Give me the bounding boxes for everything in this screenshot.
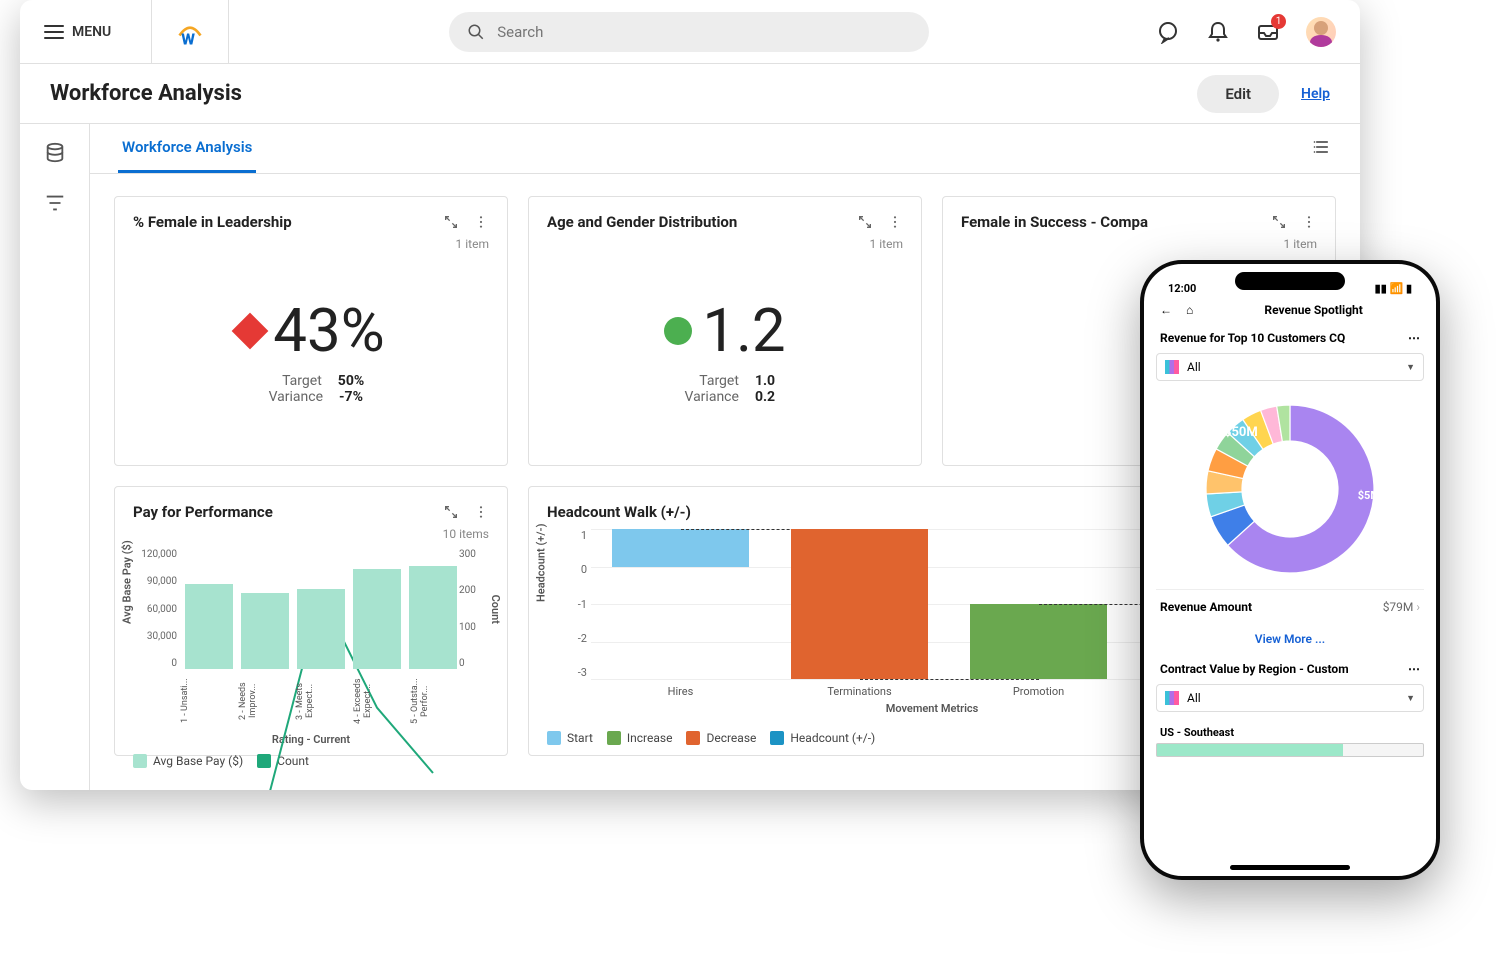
chevron-right-icon: ›	[1416, 600, 1420, 614]
y-axis-left-label: Avg Base Pay ($)	[121, 540, 134, 624]
tab-workforce-analysis[interactable]: Workforce Analysis	[118, 124, 256, 173]
p4p-bars	[181, 549, 461, 669]
phone-filter-all-2[interactable]: All	[1156, 684, 1424, 712]
svg-text:W: W	[182, 29, 196, 46]
phone-section-2: Contract Value by Region - Custom	[1160, 662, 1349, 676]
edit-button[interactable]: Edit	[1197, 75, 1279, 113]
card-title: Pay for Performance	[133, 503, 273, 521]
y-axis-label: Headcount (+/-)	[535, 524, 548, 602]
kpi-target-label: Target	[258, 373, 322, 389]
phone-section-1: Revenue for Top 10 Customers CQ	[1160, 331, 1345, 345]
ok-dot-icon	[664, 317, 692, 345]
revenue-donut: $50M $5M	[1170, 389, 1410, 589]
list-view-icon[interactable]	[1312, 137, 1332, 161]
expand-icon[interactable]	[443, 214, 459, 230]
inbox-icon[interactable]: 1	[1256, 20, 1280, 44]
legend-increase: Increase	[627, 731, 673, 745]
phone-notch	[1235, 272, 1345, 290]
phone-filter-all[interactable]: All	[1156, 353, 1424, 381]
card-title: Headcount Walk (+/-)	[547, 503, 691, 521]
search-input[interactable]	[497, 23, 911, 41]
y-ticks-left: 120,00090,00060,00030,0000	[135, 549, 177, 669]
more-icon[interactable]: ⋯	[1408, 662, 1420, 676]
back-icon[interactable]: ←	[1160, 303, 1172, 317]
expand-icon[interactable]	[1271, 214, 1287, 230]
x-categories: 1 - Unsati...2 - Needs Improv...3 - Meet…	[181, 673, 461, 729]
menu-button[interactable]: MENU	[44, 24, 111, 40]
legend-start: Start	[567, 731, 593, 745]
card-age-gender: Age and Gender Distribution 1 item 1.2	[528, 196, 922, 466]
phone-overlay: 12:00 ▮▮ 📶 ▮ ← ⌂ Revenue Spotlight Reven…	[1140, 260, 1440, 880]
revenue-amount-label: Revenue Amount	[1160, 600, 1252, 614]
home-indicator	[1230, 865, 1350, 870]
region-bar	[1156, 743, 1424, 757]
workday-logo[interactable]: W	[151, 0, 229, 63]
kpi-variance-label: Variance	[675, 389, 739, 405]
kpi-target-value: 1.0	[755, 373, 775, 389]
y-ticks-right: 3002001000	[459, 549, 487, 669]
phone-status-icons: ▮▮ 📶 ▮	[1375, 282, 1412, 295]
card-items-count: 1 item	[133, 237, 489, 251]
chat-icon[interactable]	[1156, 20, 1180, 44]
kpi-target-value: 50%	[338, 373, 364, 389]
page-header: Workforce Analysis Edit Help	[20, 64, 1360, 124]
filter-icon[interactable]	[44, 192, 66, 214]
expand-icon[interactable]	[857, 214, 873, 230]
region-label: US - Southeast	[1156, 720, 1424, 741]
card-items-count: 1 item	[961, 237, 1317, 251]
card-items-count: 10 items	[133, 527, 489, 541]
home-icon[interactable]: ⌂	[1186, 303, 1193, 317]
revenue-amount-row[interactable]: Revenue Amount $79M ›	[1156, 589, 1424, 624]
more-icon[interactable]: ⋯	[1408, 331, 1420, 345]
filter-chip-icon	[1165, 691, 1179, 705]
donut-big-label: $50M	[1224, 425, 1258, 440]
filter-label: All	[1187, 360, 1201, 374]
inbox-badge: 1	[1271, 14, 1286, 29]
more-icon[interactable]	[1301, 214, 1317, 230]
bell-icon[interactable]	[1206, 20, 1230, 44]
kpi-value: 43%	[273, 301, 384, 361]
card-female-leadership: % Female in Leadership 1 item 43%	[114, 196, 508, 466]
menu-label: MENU	[72, 24, 111, 40]
hamburger-icon	[44, 25, 64, 39]
help-link[interactable]: Help	[1301, 86, 1330, 102]
more-icon[interactable]	[473, 214, 489, 230]
more-icon[interactable]	[473, 504, 489, 520]
legend-decrease: Decrease	[706, 731, 756, 745]
kpi-target-label: Target	[675, 373, 739, 389]
legend-net: Headcount (+/-)	[790, 731, 875, 745]
card-title: % Female in Leadership	[133, 213, 292, 231]
page-title: Workforce Analysis	[50, 81, 1197, 106]
tabs-row: Workforce Analysis	[90, 124, 1360, 174]
left-rail	[20, 124, 90, 790]
card-items-count: 1 item	[547, 237, 903, 251]
revenue-amount-value: $79M	[1383, 600, 1414, 614]
card-pay-for-performance: Pay for Performance 10 items Avg Base Pa…	[114, 486, 508, 756]
phone-time: 12:00	[1168, 282, 1196, 295]
filter-label: All	[1187, 691, 1201, 705]
hw-y-ticks: 10-1-2-3	[565, 529, 587, 679]
view-more-link[interactable]: View More ...	[1156, 624, 1424, 654]
more-icon[interactable]	[887, 214, 903, 230]
phone-nav: ← ⌂ Revenue Spotlight	[1156, 297, 1424, 323]
donut-5m-label: $5M	[1358, 489, 1380, 502]
card-title: Female in Success - Compa	[961, 213, 1148, 231]
search-box[interactable]	[449, 12, 929, 52]
topbar-right: 1	[1156, 17, 1336, 47]
p4p-chart: Avg Base Pay ($) Count 120,00090,00060,0…	[133, 541, 489, 746]
topbar: MENU W 1	[20, 0, 1360, 64]
filter-chip-icon	[1165, 360, 1179, 374]
search-icon	[467, 23, 485, 41]
expand-icon[interactable]	[443, 504, 459, 520]
y-axis-right-label: Count	[489, 594, 502, 623]
card-title: Age and Gender Distribution	[547, 213, 737, 231]
kpi-variance-label: Variance	[259, 389, 323, 405]
kpi-variance-value: -7%	[339, 389, 363, 405]
database-icon[interactable]	[44, 142, 66, 164]
avatar[interactable]	[1306, 17, 1336, 47]
kpi-variance-value: 0.2	[755, 389, 775, 405]
alert-diamond-icon	[232, 313, 269, 350]
kpi-value: 1.2	[702, 301, 785, 361]
phone-title: Revenue Spotlight	[1207, 303, 1420, 317]
